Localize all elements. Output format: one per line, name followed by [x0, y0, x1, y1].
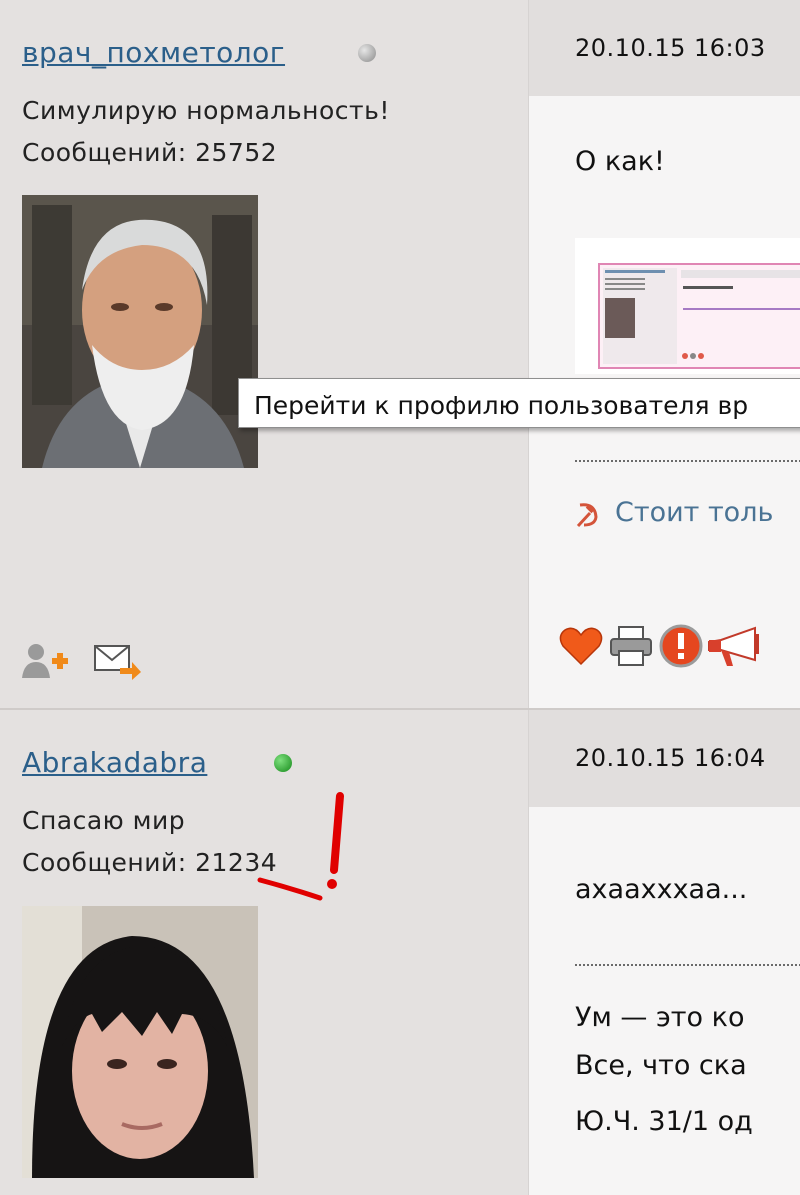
forum-post: Abrakadabra Спасаю мир Сообщений: 21234	[0, 710, 800, 1195]
megaphone-icon[interactable]	[707, 626, 763, 676]
signature-link[interactable]: Стоит толь	[615, 497, 773, 528]
post-content: 20.10.15 16:04 ахааxxxаа... Ум — это ко …	[528, 710, 800, 1195]
post-text: О как!	[575, 146, 665, 177]
author-panel: врач_похметолог Симулирую нормальность! …	[0, 0, 528, 708]
hammer-sickle-icon	[575, 501, 601, 533]
post-text: ахааxxxаа...	[575, 874, 748, 905]
post-content: 20.10.15 16:03 О как! Стоит толь	[528, 0, 800, 708]
signature-divider	[575, 460, 800, 462]
like-heart-icon[interactable]	[559, 626, 603, 670]
signature-line: Все, что ска	[575, 1050, 747, 1081]
online-status-icon	[274, 754, 292, 772]
avatar[interactable]	[22, 906, 258, 1178]
add-friend-icon[interactable]	[22, 642, 70, 684]
signature-divider	[575, 964, 800, 966]
tooltip: Перейти к профилю пользователя вр	[238, 378, 800, 428]
signature-line: Ю.Ч. 31/1 од	[575, 1106, 753, 1137]
username-link[interactable]: Abrakadabra	[22, 746, 207, 779]
username-link[interactable]: врач_похметолог	[22, 36, 285, 69]
post-date: 20.10.15 16:03	[575, 34, 766, 62]
red-annotation-mark	[240, 792, 360, 916]
post-date: 20.10.15 16:04	[575, 744, 766, 772]
author-panel: Abrakadabra Спасаю мир Сообщений: 21234	[0, 710, 528, 1195]
send-message-icon[interactable]	[94, 644, 142, 684]
report-icon[interactable]	[659, 624, 703, 672]
user-status-text: Спасаю мир	[22, 806, 186, 835]
embedded-screenshot-image[interactable]	[575, 238, 800, 374]
message-count: Сообщений: 25752	[22, 138, 278, 167]
user-status-text: Симулирую нормальность!	[22, 96, 390, 125]
post-header: 20.10.15 16:03	[529, 0, 800, 96]
post-header: 20.10.15 16:04	[529, 710, 800, 807]
offline-status-icon	[358, 44, 376, 62]
print-icon[interactable]	[609, 625, 653, 671]
forum-post: врач_похметолог Симулирую нормальность! …	[0, 0, 800, 708]
avatar[interactable]	[22, 195, 258, 468]
message-count: Сообщений: 21234	[22, 848, 278, 877]
signature-line: Ум — это ко	[575, 1002, 745, 1033]
